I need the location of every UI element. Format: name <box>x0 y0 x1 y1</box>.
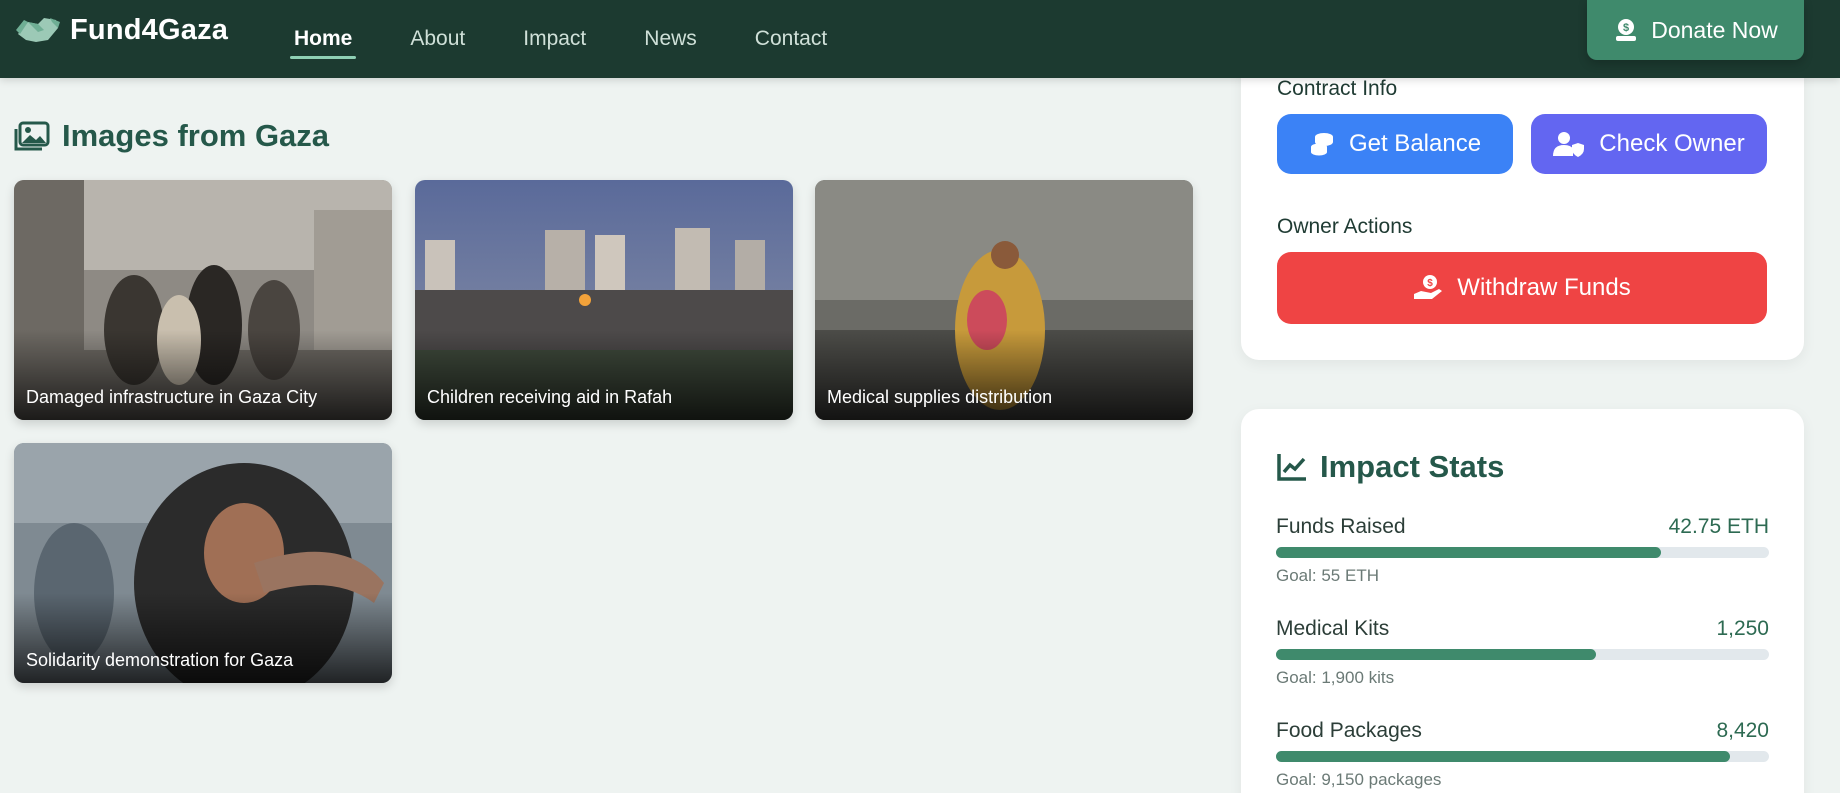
nav-about[interactable]: About <box>406 21 469 57</box>
top-navigation-bar: Fund4Gaza Home About Impact News Contact… <box>0 0 1840 78</box>
check-owner-label: Check Owner <box>1599 130 1745 157</box>
gallery-image-4[interactable]: Solidarity demonstration for Gaza <box>14 443 392 683</box>
contract-panel: Contract Info Get Balance Check Owner Ow… <box>1241 50 1804 360</box>
nav-news[interactable]: News <box>640 21 701 57</box>
user-shield-icon <box>1553 132 1585 157</box>
impact-stats-title: Impact Stats <box>1320 449 1505 484</box>
chart-line-icon <box>1277 454 1306 481</box>
get-balance-button[interactable]: Get Balance <box>1277 114 1513 174</box>
images-icon <box>14 121 50 151</box>
gallery-image-3[interactable]: Medical supplies distribution <box>815 180 1193 420</box>
progress-track <box>1276 547 1769 558</box>
owner-actions-label: Owner Actions <box>1277 215 1413 238</box>
stat-goal: Goal: 55 ETH <box>1276 566 1379 585</box>
nav-home[interactable]: Home <box>290 21 357 59</box>
gallery-image-1[interactable]: Damaged infrastructure in Gaza City <box>14 180 392 420</box>
stat-funds-raised: Funds Raised 42.75 ETH Goal: 55 ETH <box>1276 515 1769 586</box>
gallery-heading: Images from Gaza <box>14 118 329 154</box>
stat-name: Funds Raised <box>1276 515 1406 538</box>
main-nav: Home About Impact News Contact <box>290 0 881 78</box>
image-caption: Damaged infrastructure in Gaza City <box>26 387 318 407</box>
gallery-title: Images from Gaza <box>62 118 330 153</box>
contract-info-label: Contract Info <box>1277 77 1398 100</box>
withdraw-funds-button[interactable]: $ Withdraw Funds <box>1277 252 1767 324</box>
impact-stats-panel: Impact Stats Funds Raised 42.75 ETH Goal… <box>1241 409 1804 793</box>
nav-impact[interactable]: Impact <box>519 21 590 57</box>
impact-stats-heading: Impact Stats <box>1276 449 1504 485</box>
coins-icon <box>1310 133 1333 156</box>
stat-value: 1,250 <box>1716 617 1769 640</box>
stat-value: 42.75 ETH <box>1668 515 1769 538</box>
stat-name: Medical Kits <box>1276 617 1390 640</box>
stat-value: 8,420 <box>1716 719 1769 742</box>
donate-now-button[interactable]: $ Donate Now <box>1587 0 1804 60</box>
donation-icon: $ <box>1616 19 1637 41</box>
svg-text:$: $ <box>1623 22 1629 34</box>
check-owner-button[interactable]: Check Owner <box>1531 114 1767 174</box>
stat-goal: Goal: 1,900 kits <box>1276 668 1395 687</box>
stat-goal: Goal: 9,150 packages <box>1276 770 1442 789</box>
hand-holding-dollar-icon: $ <box>1414 275 1443 299</box>
brand-name: Fund4Gaza <box>70 13 229 46</box>
progress-track <box>1276 751 1769 762</box>
handshake-logo-icon <box>16 18 60 42</box>
nav-contact[interactable]: Contact <box>751 21 831 57</box>
gallery-image-2[interactable]: Children receiving aid in Rafah <box>415 180 793 420</box>
stat-name: Food Packages <box>1276 719 1422 742</box>
donate-now-label: Donate Now <box>1651 16 1778 43</box>
progress-track <box>1276 649 1769 660</box>
image-caption: Medical supplies distribution <box>827 387 1053 407</box>
progress-fill <box>1276 751 1730 762</box>
image-caption: Solidarity demonstration for Gaza <box>26 650 294 670</box>
svg-text:$: $ <box>1428 278 1434 289</box>
progress-fill <box>1276 649 1597 660</box>
brand[interactable]: Fund4Gaza <box>14 10 228 50</box>
get-balance-label: Get Balance <box>1348 130 1482 157</box>
stat-medical-kits: Medical Kits 1,250 Goal: 1,900 kits <box>1276 617 1769 688</box>
image-caption: Children receiving aid in Rafah <box>427 387 673 407</box>
progress-fill <box>1276 547 1661 558</box>
stat-food-packages: Food Packages 8,420 Goal: 9,150 packages <box>1276 719 1769 790</box>
withdraw-funds-label: Withdraw Funds <box>1457 274 1631 301</box>
